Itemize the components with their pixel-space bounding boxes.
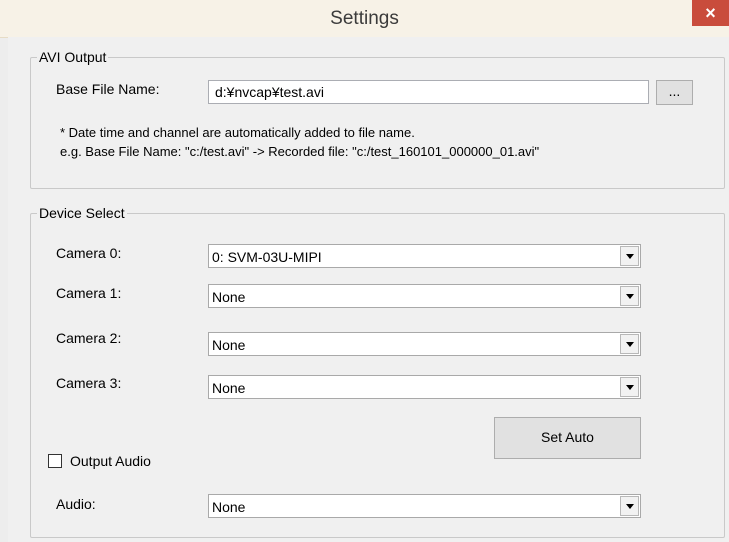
camera-1-label: Camera 1:	[56, 285, 122, 301]
base-file-name-input[interactable]: d:¥nvcap¥test.avi	[208, 80, 649, 104]
camera-3-value: None	[212, 380, 246, 396]
browse-button[interactable]: ...	[656, 80, 693, 105]
camera-3-label: Camera 3:	[56, 375, 122, 391]
chevron-down-icon[interactable]	[620, 286, 639, 306]
camera-2-label: Camera 2:	[56, 330, 122, 346]
camera-0-select[interactable]: 0: SVM-03U-MIPI	[208, 244, 641, 268]
settings-dialog: Settings × AVI Output Base File Name: d:…	[0, 0, 729, 542]
set-auto-button[interactable]: Set Auto	[494, 417, 641, 459]
chevron-down-icon[interactable]	[620, 377, 639, 397]
audio-select[interactable]: None	[208, 494, 641, 518]
camera-2-value: None	[212, 337, 246, 353]
close-icon: ×	[705, 3, 716, 23]
avi-output-group: AVI Output	[30, 49, 725, 189]
close-button[interactable]: ×	[692, 0, 729, 26]
avi-output-group-title: AVI Output	[39, 49, 107, 65]
device-select-group-title: Device Select	[39, 205, 125, 221]
window-title: Settings	[330, 8, 399, 29]
audio-label: Audio:	[56, 496, 96, 512]
base-file-name-label: Base File Name:	[56, 81, 160, 97]
chevron-down-icon[interactable]	[620, 334, 639, 354]
file-name-note: * Date time and channel are automaticall…	[60, 125, 415, 140]
camera-2-select[interactable]: None	[208, 332, 641, 356]
camera-0-label: Camera 0:	[56, 245, 122, 261]
camera-0-value: 0: SVM-03U-MIPI	[212, 249, 322, 265]
chevron-down-icon[interactable]	[620, 246, 639, 266]
camera-1-select[interactable]: None	[208, 284, 641, 308]
output-audio-checkbox[interactable]	[48, 454, 62, 468]
file-name-example: e.g. Base File Name: "c:/test.avi" -> Re…	[60, 144, 540, 159]
output-audio-label[interactable]: Output Audio	[70, 453, 151, 469]
title-bar[interactable]: Settings ×	[0, 0, 729, 38]
camera-1-value: None	[212, 289, 246, 305]
dialog-body: AVI Output Base File Name: d:¥nvcap¥test…	[8, 37, 729, 542]
camera-3-select[interactable]: None	[208, 375, 641, 399]
chevron-down-icon[interactable]	[620, 496, 639, 516]
audio-value: None	[212, 499, 246, 515]
